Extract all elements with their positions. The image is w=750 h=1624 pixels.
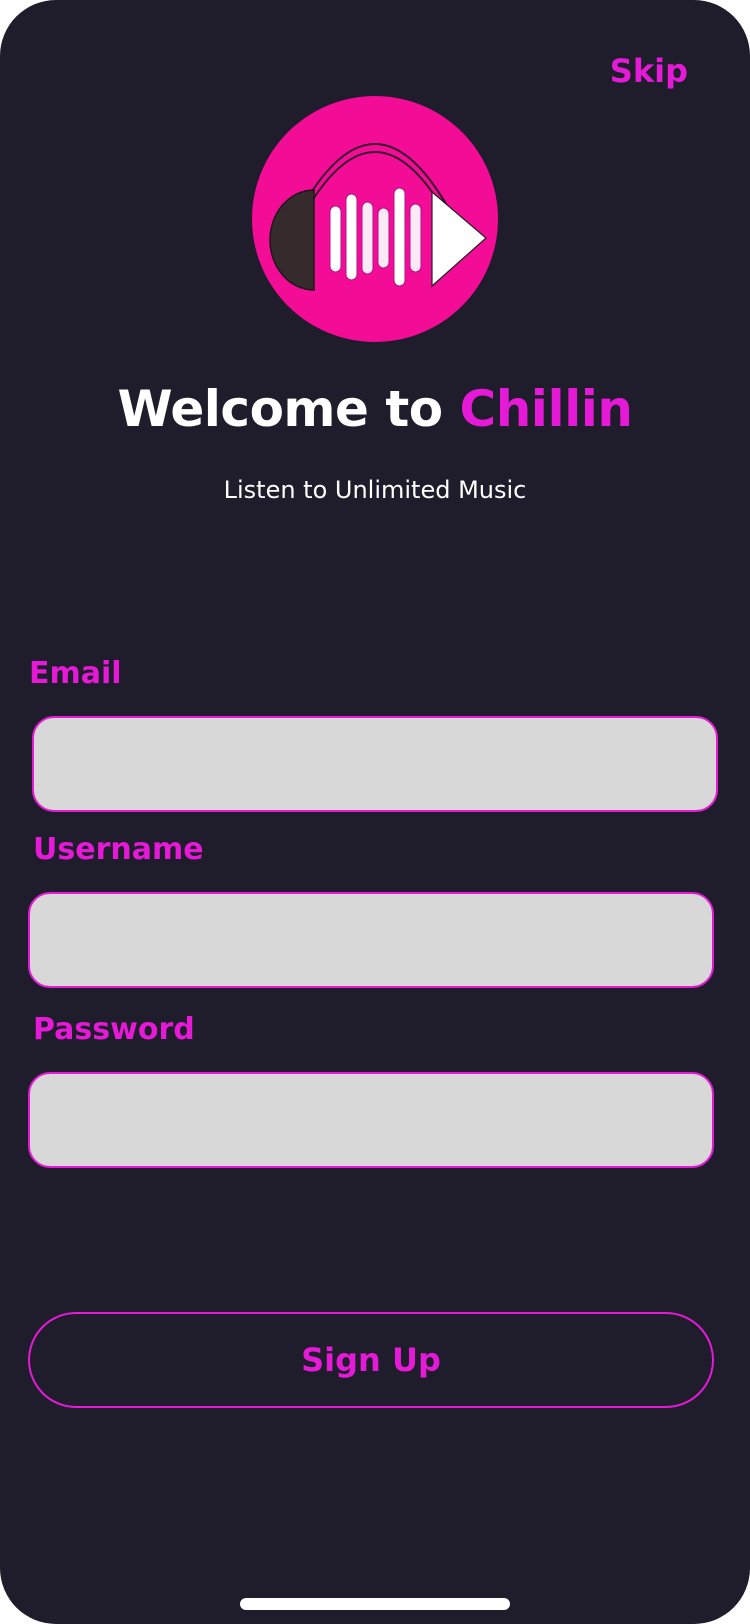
- password-field[interactable]: [28, 1072, 714, 1168]
- password-label: Password: [33, 1012, 195, 1047]
- username-label: Username: [33, 832, 204, 867]
- sign-up-button[interactable]: Sign Up: [28, 1312, 714, 1408]
- app-logo-icon: [252, 96, 498, 342]
- email-field[interactable]: [32, 716, 718, 812]
- welcome-title-prefix: Welcome to: [117, 380, 460, 438]
- skip-button[interactable]: Skip: [610, 52, 688, 90]
- username-field[interactable]: [28, 892, 714, 988]
- welcome-title: Welcome to Chillin: [0, 380, 750, 438]
- brand-name: Chillin: [459, 380, 633, 438]
- signup-screen: Skip Welcome to Chillin Listen to Unlimi…: [0, 0, 750, 1624]
- welcome-subtitle: Listen to Unlimited Music: [223, 476, 527, 504]
- email-label: Email: [29, 656, 122, 691]
- home-indicator[interactable]: [240, 1598, 510, 1610]
